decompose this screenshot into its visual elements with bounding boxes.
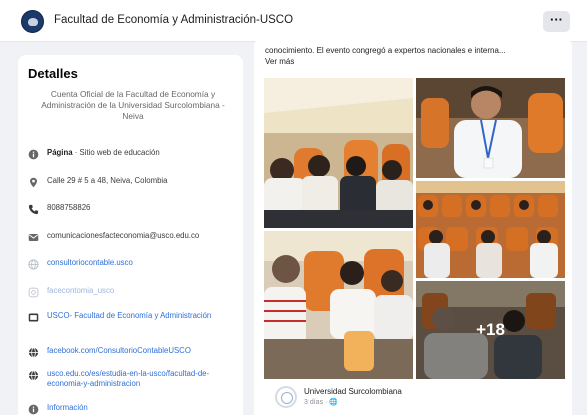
more-photos-count[interactable]: +18 xyxy=(416,281,565,379)
post-photo[interactable] xyxy=(264,231,413,379)
email-text[interactable]: comunicacionesfacteconomia@usco.edu.co xyxy=(47,231,199,241)
post-photo[interactable] xyxy=(264,78,413,228)
info-circle-icon xyxy=(28,404,39,415)
category-label: Página xyxy=(47,148,73,157)
map-pin-icon xyxy=(28,177,39,188)
detail-address: Calle 29 # 5 a 48, Neiva, Colombia xyxy=(28,176,238,188)
detail-link: usco.edu.co/es/estudia-en-la-usco/facult… xyxy=(28,369,238,389)
post-photo[interactable] xyxy=(416,181,565,278)
more-options-button[interactable]: ··· xyxy=(543,11,570,32)
see-more-link[interactable]: Ver más xyxy=(265,57,294,66)
shared-page-name[interactable]: Universidad Surcolombiana xyxy=(304,387,402,396)
phone-icon xyxy=(28,204,39,215)
globe-icon xyxy=(28,347,39,358)
detail-instagram: facecontomia_usco xyxy=(28,286,238,298)
detail-website: consultoriocontable.usco xyxy=(28,258,238,270)
more-info-link[interactable]: Información xyxy=(47,403,88,413)
detail-youtube: USCO- Facultad de Economía y Administrac… xyxy=(28,311,238,323)
globe-icon xyxy=(28,259,39,270)
post-photo[interactable] xyxy=(416,78,565,178)
detail-email: comunicacionesfacteconomia@usco.edu.co xyxy=(28,231,238,243)
details-heading: Detalles xyxy=(28,66,78,81)
post-card: conocimiento. El evento congregó a exper… xyxy=(254,38,572,415)
university-avatar[interactable] xyxy=(275,386,297,408)
page-header: Facultad de Economía y Administración-US… xyxy=(0,0,587,42)
info-circle-icon xyxy=(28,149,39,160)
details-card: Detalles Cuenta Oficial de la Facultad d… xyxy=(18,55,243,415)
category-value: · Sitio web de educación xyxy=(72,148,160,157)
address-text: Calle 29 # 5 a 48, Neiva, Colombia xyxy=(47,176,168,185)
website-link[interactable]: consultoriocontable.usco xyxy=(47,258,133,268)
phone-text[interactable]: 8088758826 xyxy=(47,203,90,213)
post-description: conocimiento. El evento congregó a exper… xyxy=(265,46,506,55)
instagram-link[interactable]: facecontomia_usco xyxy=(47,286,114,296)
shared-post-meta: 3 días · 🌐 xyxy=(304,399,339,406)
external-link[interactable]: usco.edu.co/es/estudia-en-la-usco/facult… xyxy=(47,369,238,389)
detail-more-info: Información xyxy=(28,403,238,415)
detail-category: Página · Sitio web de educación xyxy=(28,148,238,160)
page-title[interactable]: Facultad de Economía y Administración-US… xyxy=(54,14,293,26)
post-photo-more[interactable]: +18 xyxy=(416,281,565,379)
page-avatar[interactable] xyxy=(21,10,44,33)
page-bio: Cuenta Oficial de la Facultad de Economí… xyxy=(41,89,225,121)
mail-icon xyxy=(28,232,39,243)
detail-phone: 8088758826 xyxy=(28,203,238,215)
detail-facebook: facebook.com/ConsultorioContableUSCO xyxy=(28,346,238,358)
globe-icon xyxy=(28,370,39,381)
facebook-link[interactable]: facebook.com/ConsultorioContableUSCO xyxy=(47,346,191,356)
youtube-icon xyxy=(28,312,39,323)
instagram-icon xyxy=(28,287,39,298)
youtube-link[interactable]: USCO- Facultad de Economía y Administrac… xyxy=(47,311,211,321)
